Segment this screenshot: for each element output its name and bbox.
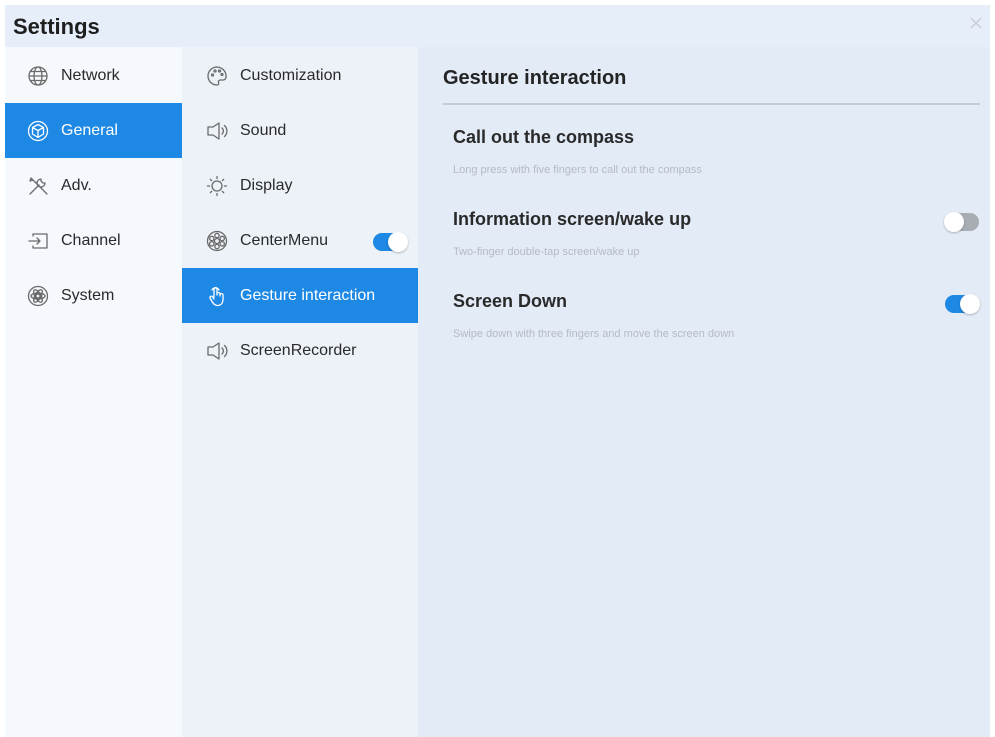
category-label: Channel: [61, 231, 121, 249]
option-description: Two-finger double-tap screen/wake up: [453, 246, 640, 258]
settings-window: Settings Network General Adv. Channel Sy…: [5, 5, 990, 737]
subitem-screenrecorder[interactable]: ScreenRecorder: [182, 323, 418, 378]
category-label: Adv.: [61, 176, 92, 194]
wheel-icon: [206, 230, 228, 252]
subitem-label: ScreenRecorder: [240, 341, 357, 359]
input-source-icon: [27, 230, 49, 252]
screen-down-toggle[interactable]: [945, 294, 980, 314]
toggle-knob: [388, 232, 408, 252]
subitem-customization[interactable]: Customization: [182, 48, 418, 103]
category-label: Network: [61, 66, 120, 84]
cube-icon: [27, 120, 49, 142]
option-title: Screen Down: [453, 291, 568, 311]
category-system[interactable]: System: [5, 268, 182, 323]
window-title: Settings: [13, 14, 100, 39]
option-title: Call out the compass: [453, 127, 635, 147]
hand-pointer-icon: [206, 285, 228, 307]
panel-heading: Gesture interaction: [443, 67, 627, 89]
category-adv[interactable]: Adv.: [5, 158, 182, 213]
category-network[interactable]: Network: [5, 48, 182, 103]
category-label: General: [61, 121, 118, 139]
category-general[interactable]: General: [5, 103, 182, 158]
subitem-sound[interactable]: Sound: [182, 103, 418, 158]
tools-icon: [27, 175, 49, 197]
close-icon[interactable]: [968, 15, 984, 31]
subitem-gesture-interaction[interactable]: Gesture interaction: [182, 268, 418, 323]
subitem-label: Gesture interaction: [240, 286, 376, 304]
subitem-label: Sound: [240, 121, 287, 139]
category-channel[interactable]: Channel: [5, 213, 182, 268]
system-icon: [27, 285, 49, 307]
category-sidebar: Network General Adv. Channel System: [5, 47, 182, 737]
information-screen-toggle[interactable]: [944, 212, 979, 232]
heading-divider: [443, 103, 980, 105]
palette-icon: [206, 65, 228, 87]
speaker-icon: [206, 340, 228, 362]
option-title: Information screen/wake up: [453, 209, 692, 229]
toggle-knob: [960, 294, 980, 314]
title-bar: Settings: [5, 5, 990, 47]
subitem-label: CenterMenu: [240, 231, 329, 249]
toggle-knob: [944, 212, 964, 232]
subitem-display[interactable]: Display: [182, 158, 418, 213]
speaker-icon: [206, 120, 228, 142]
detail-panel: Gesture interaction Call out the compass…: [418, 47, 990, 737]
sun-icon: [206, 175, 228, 197]
option-description: Long press with five fingers to call out…: [453, 164, 702, 176]
option-description: Swipe down with three fingers and move t…: [453, 328, 735, 340]
centermenu-toggle[interactable]: [373, 232, 408, 252]
category-label: System: [61, 286, 115, 304]
subitem-label: Customization: [240, 66, 342, 84]
globe-icon: [27, 65, 49, 87]
subsettings-list: Customization Sound Display CenterMenu G…: [182, 47, 418, 737]
subitem-label: Display: [240, 176, 293, 194]
